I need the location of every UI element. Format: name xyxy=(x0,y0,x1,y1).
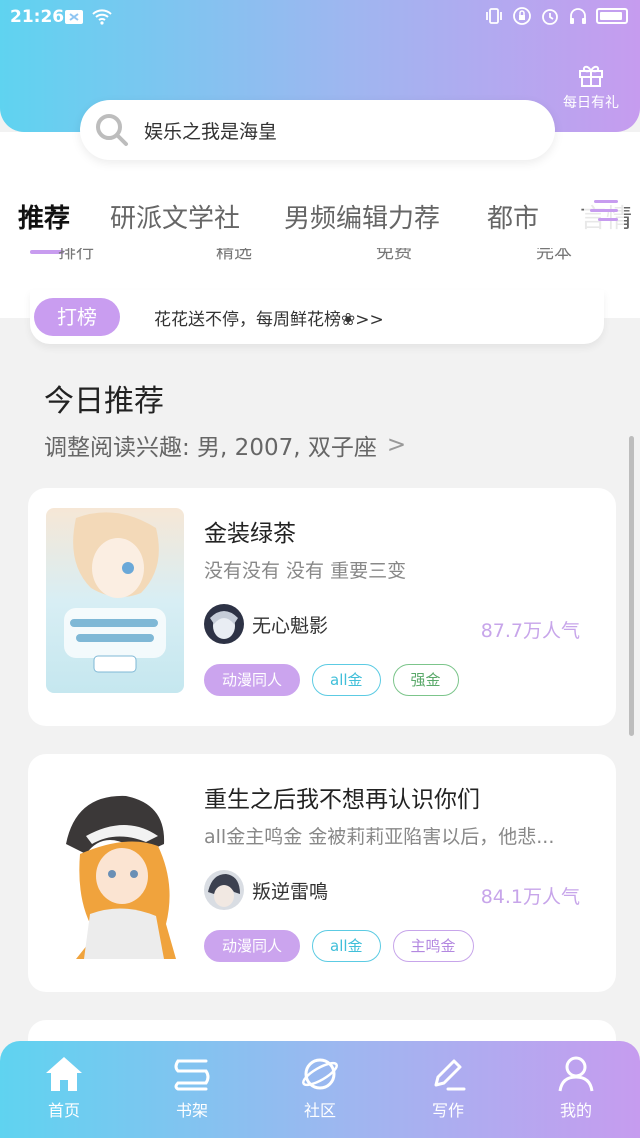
book-description: 没有没有 没有 重要三变 xyxy=(204,560,407,582)
nav-label: 写作 xyxy=(431,1101,464,1120)
gift-icon xyxy=(579,65,603,87)
tag-label[interactable]: 动漫同人 xyxy=(204,664,301,696)
book-tags: 动漫同人 all金 强金 xyxy=(204,664,459,696)
gift-label: 每日有礼 xyxy=(563,95,619,111)
battery-icon xyxy=(596,8,628,24)
book-title[interactable]: 重生之后我不想再认识你们 xyxy=(204,780,480,814)
status-time: 21:26 xyxy=(10,7,65,27)
planet-icon xyxy=(302,1058,338,1090)
tag-label[interactable]: 主鸣金 xyxy=(392,930,474,962)
sub-nav-partial: 排行 精选 免费 完本 xyxy=(0,248,640,262)
book-card[interactable]: 金装绿茶 没有没有 没有 重要三变 无心魁影 87.7万人气 动漫同人 all金… xyxy=(28,488,616,726)
nav-home[interactable]: 首页 xyxy=(24,1055,104,1121)
tag-label[interactable]: 动漫同人 xyxy=(204,930,301,962)
popularity-count: 87.7万人气 xyxy=(480,620,580,642)
nav-label: 我的 xyxy=(559,1101,592,1120)
user-icon xyxy=(558,1056,594,1092)
chevron-right-icon: > xyxy=(386,432,407,458)
tag-label[interactable]: all金 xyxy=(312,664,381,696)
ranking-tag: 打榜 xyxy=(34,298,120,336)
author-avatar[interactable] xyxy=(204,870,244,910)
scrollbar[interactable] xyxy=(629,436,634,736)
reading-interest-link[interactable]: 调整阅读兴趣: 男, 2007, 双子座 > xyxy=(44,428,406,462)
lock-icon xyxy=(513,7,531,25)
search-icon xyxy=(96,114,128,146)
search-bar[interactable]: 娱乐之我是海皇 xyxy=(80,100,555,160)
author-row[interactable]: 叛逆雷鳴 xyxy=(204,870,328,910)
bookshelf-icon xyxy=(174,1059,210,1091)
sub-nav-item[interactable]: 免费 xyxy=(376,248,412,262)
status-bar: 21:26 xyxy=(0,0,640,34)
nav-write[interactable]: 写作 xyxy=(408,1055,488,1121)
search-input[interactable]: 娱乐之我是海皇 xyxy=(144,117,277,144)
sub-nav-item[interactable]: 完本 xyxy=(536,248,572,262)
daily-gift-button[interactable]: 每日有礼 xyxy=(556,62,626,112)
tab-menu-button[interactable] xyxy=(584,192,624,232)
vibrate-icon xyxy=(486,8,502,24)
ranking-banner[interactable]: 打榜 花花送不停，每周鲜花榜❀>> xyxy=(30,290,604,344)
book-card[interactable]: 重生之后我不想再认识你们 all金主鸣金 金被莉莉亚陷害以后，他悲... 叛逆雷… xyxy=(28,754,616,992)
author-name: 叛逆雷鳴 xyxy=(252,880,329,903)
book-description: all金主鸣金 金被莉莉亚陷害以后，他悲... xyxy=(204,826,555,848)
notification-x-icon xyxy=(65,10,83,24)
tab-yanpai-literature[interactable]: 研派文学社 xyxy=(110,198,240,235)
book-cover[interactable] xyxy=(46,774,184,959)
tag-label[interactable]: 强金 xyxy=(392,664,459,696)
nav-community[interactable]: 社区 xyxy=(280,1055,360,1121)
author-avatar[interactable] xyxy=(204,604,244,644)
pen-icon xyxy=(434,1059,466,1091)
tab-recommend[interactable]: 推荐 xyxy=(18,198,70,235)
nav-label: 首页 xyxy=(47,1101,80,1120)
popularity-count: 84.1万人气 xyxy=(480,886,580,908)
nav-label: 书架 xyxy=(175,1101,208,1120)
wifi-icon xyxy=(92,9,112,25)
nav-me[interactable]: 我的 xyxy=(536,1055,616,1121)
tab-urban[interactable]: 都市 xyxy=(487,198,539,235)
tag-label[interactable]: all金 xyxy=(312,930,381,962)
bottom-nav: 首页 书架 社区 写作 我的 xyxy=(0,1041,640,1138)
sub-nav-item[interactable]: 精选 xyxy=(216,248,252,262)
author-name: 无心魁影 xyxy=(252,614,329,637)
category-tabs: 推荐 研派文学社 男频编辑力荐 都市 言情 xyxy=(0,188,640,254)
reading-interest-text: 调整阅读兴趣: 男, 2007, 双子座 xyxy=(44,435,377,461)
author-row[interactable]: 无心魁影 xyxy=(204,604,328,644)
sub-nav-item[interactable]: 排行 xyxy=(58,248,94,262)
nav-bookshelf[interactable]: 书架 xyxy=(152,1055,232,1121)
banner-text: 花花送不停，每周鲜花榜❀>> xyxy=(154,310,384,330)
book-cover[interactable] xyxy=(46,508,184,693)
book-title[interactable]: 金装绿茶 xyxy=(204,514,296,548)
alarm-icon xyxy=(542,9,558,25)
tab-male-editor-picks[interactable]: 男频编辑力荐 xyxy=(284,198,440,235)
headset-icon xyxy=(570,8,586,24)
book-tags: 动漫同人 all金 主鸣金 xyxy=(204,930,474,962)
section-title: 今日推荐 xyxy=(44,384,164,419)
home-icon xyxy=(46,1057,82,1091)
nav-label: 社区 xyxy=(303,1101,336,1120)
